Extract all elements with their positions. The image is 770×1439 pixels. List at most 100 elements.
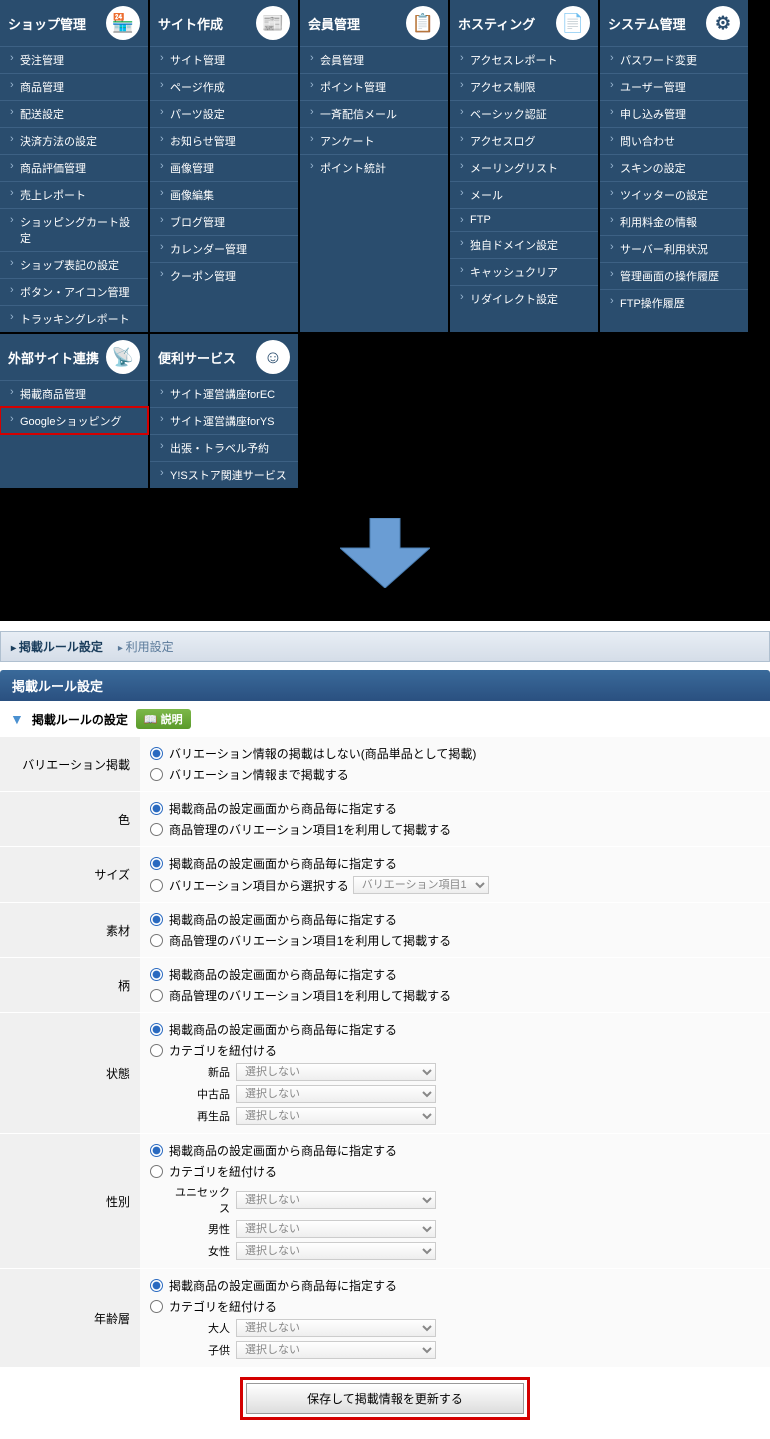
menu-item[interactable]: アンケート [300,127,448,154]
menu-item[interactable]: 商品評価管理 [0,154,148,181]
menu-item[interactable]: アクセス制限 [450,73,598,100]
menu-item[interactable]: 画像管理 [150,154,298,181]
menu-item[interactable]: ショップ表記の設定 [0,251,148,278]
menu-item[interactable]: 画像編集 [150,181,298,208]
row-color-label: 色 [0,792,140,847]
menu-item[interactable]: ベーシック認証 [450,100,598,127]
variation-opt2-radio[interactable] [150,768,163,781]
menu-icon: 🏪 [106,6,140,40]
menu-item[interactable]: アクセスログ [450,127,598,154]
help-button[interactable]: 📖 説明 [136,709,191,729]
menu-item[interactable]: FTP操作履歴 [600,289,748,316]
gender-sub2-label: 女性 [170,1243,230,1259]
menu-item[interactable]: Y!Sストア関連サービス [150,461,298,488]
submit-button[interactable]: 保存して掲載情報を更新する [246,1383,524,1414]
menu-item[interactable]: メーリングリスト [450,154,598,181]
menu-item[interactable]: サイト運営講座forEC [150,380,298,407]
age-opt1-radio[interactable] [150,1279,163,1292]
menu-item[interactable]: 会員管理 [300,46,448,73]
color-opt1-radio[interactable] [150,802,163,815]
material-opt1-radio[interactable] [150,913,163,926]
menu-item[interactable]: Googleショッピング [0,407,148,434]
menu-item[interactable]: カレンダー管理 [150,235,298,262]
menu-item[interactable]: サイト管理 [150,46,298,73]
size-select[interactable]: バリエーション項目1 [353,876,489,894]
material-opt2-radio[interactable] [150,934,163,947]
color-opt1-text: 掲載商品の設定画面から商品毎に指定する [169,800,397,817]
menu-item[interactable]: ショッピングカート設定 [0,208,148,251]
menu-item[interactable]: パーツ設定 [150,100,298,127]
condition-sub2-select[interactable]: 選択しない [236,1107,436,1125]
condition-sub2-label: 再生品 [170,1108,230,1124]
menu-icon: ⚙ [706,6,740,40]
menu-item[interactable]: ボタン・アイコン管理 [0,278,148,305]
menu-item[interactable]: キャッシュクリア [450,258,598,285]
menu-item[interactable]: 申し込み管理 [600,100,748,127]
age-sub0-select[interactable]: 選択しない [236,1319,436,1337]
menu-item[interactable]: サイト運営講座forYS [150,407,298,434]
condition-sub1-label: 中古品 [170,1086,230,1102]
section-title: 掲載ルール設定 [0,670,770,701]
menu-item[interactable]: 一斉配信メール [300,100,448,127]
row-size-label: サイズ [0,847,140,903]
tab-usage[interactable]: 利用設定 [118,638,174,655]
menu-item[interactable]: 受注管理 [0,46,148,73]
admin-menu-grid: ショップ管理🏪受注管理商品管理配送設定決済方法の設定商品評価管理売上レポートショ… [0,0,770,488]
menu-item[interactable]: 独自ドメイン設定 [450,231,598,258]
menu-item[interactable]: パスワード変更 [600,46,748,73]
size-opt1-radio[interactable] [150,857,163,870]
menu-item[interactable]: メール [450,181,598,208]
menu-item[interactable]: ポイント管理 [300,73,448,100]
menu-item[interactable]: 決済方法の設定 [0,127,148,154]
menu-icon: 📄 [556,6,590,40]
menu-item[interactable]: スキンの設定 [600,154,748,181]
menu-card: システム管理⚙パスワード変更ユーザー管理申し込み管理問い合わせスキンの設定ツイッ… [600,0,748,332]
age-opt2-radio[interactable] [150,1300,163,1313]
gender-sub2-select[interactable]: 選択しない [236,1242,436,1260]
menu-item[interactable]: 利用料金の情報 [600,208,748,235]
menu-item[interactable]: ユーザー管理 [600,73,748,100]
pattern-opt2-radio[interactable] [150,989,163,1002]
menu-item[interactable]: 商品管理 [0,73,148,100]
menu-item[interactable]: 掲載商品管理 [0,380,148,407]
menu-item[interactable]: トラッキングレポート [0,305,148,332]
gender-sub0-select[interactable]: 選択しない [236,1191,436,1209]
pattern-opt1-text: 掲載商品の設定画面から商品毎に指定する [169,966,397,983]
row-condition-label: 状態 [0,1013,140,1134]
menu-item[interactable]: ページ作成 [150,73,298,100]
menu-item[interactable]: 配送設定 [0,100,148,127]
menu-item[interactable]: FTP [450,208,598,231]
color-opt2-radio[interactable] [150,823,163,836]
condition-sub1-select[interactable]: 選択しない [236,1085,436,1103]
condition-opt1-radio[interactable] [150,1023,163,1036]
menu-card: 便利サービス☺サイト運営講座forECサイト運営講座forYS出張・トラベル予約… [150,334,298,488]
age-sub1-select[interactable]: 選択しない [236,1341,436,1359]
menu-item[interactable]: お知らせ管理 [150,127,298,154]
tab-rules[interactable]: 掲載ルール設定 [11,638,103,655]
menu-item[interactable]: ブログ管理 [150,208,298,235]
menu-item[interactable]: ツイッターの設定 [600,181,748,208]
menu-item[interactable]: サーバー利用状況 [600,235,748,262]
condition-opt2-radio[interactable] [150,1044,163,1057]
gender-opt2-radio[interactable] [150,1165,163,1178]
gender-sub1-select[interactable]: 選択しない [236,1220,436,1238]
menu-item[interactable]: リダイレクト設定 [450,285,598,312]
color-opt2-text: 商品管理のバリエーション項目1を利用して掲載する [169,821,451,838]
menu-item[interactable]: アクセスレポート [450,46,598,73]
menu-item[interactable]: ポイント統計 [300,154,448,181]
menu-card: ホスティング📄アクセスレポートアクセス制限ベーシック認証アクセスログメーリングリ… [450,0,598,332]
menu-item[interactable]: 管理画面の操作履歴 [600,262,748,289]
menu-header: ショップ管理🏪 [0,0,148,46]
menu-item[interactable]: クーポン管理 [150,262,298,289]
condition-sub0-select[interactable]: 選択しない [236,1063,436,1081]
sub-header: ▼ 掲載ルールの設定 📖 説明 [0,701,770,737]
pattern-opt1-radio[interactable] [150,968,163,981]
menu-item[interactable]: 売上レポート [0,181,148,208]
gender-opt1-radio[interactable] [150,1144,163,1157]
variation-opt1-radio[interactable] [150,747,163,760]
marker-icon: ▼ [10,711,24,727]
menu-item[interactable]: 出張・トラベル予約 [150,434,298,461]
menu-item[interactable]: 問い合わせ [600,127,748,154]
size-opt2-radio[interactable] [150,879,163,892]
menu-icon: ☺ [256,340,290,374]
